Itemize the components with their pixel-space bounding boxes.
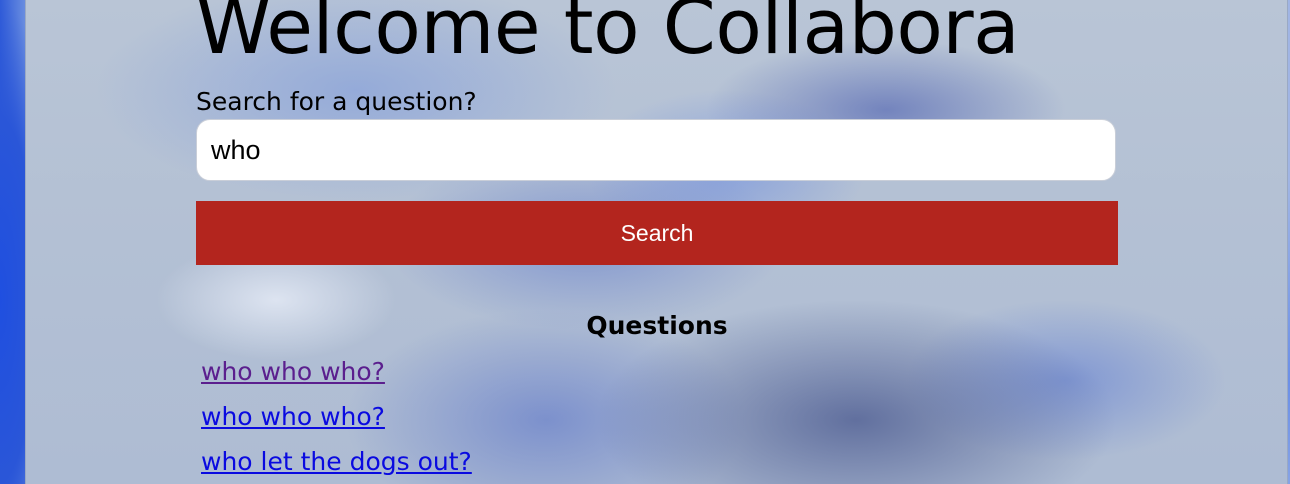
list-item: who who who? <box>201 397 472 442</box>
question-link[interactable]: who let the dogs out? <box>201 447 472 476</box>
questions-heading: Questions <box>586 311 728 340</box>
list-item: who who who? <box>201 352 472 397</box>
search-input[interactable] <box>196 119 1116 181</box>
question-list: who who who? who who who? who let the do… <box>201 352 472 484</box>
question-link[interactable]: who who who? <box>201 402 385 431</box>
page-title: Welcome to Collabora <box>196 0 1020 71</box>
browser-window: Welcome to Collabora Search for a questi… <box>25 0 1288 484</box>
question-link[interactable]: who who who? <box>201 357 385 386</box>
list-item: who let the dogs out? <box>201 442 472 484</box>
search-label: Search for a question? <box>196 87 477 116</box>
search-button[interactable]: Search <box>196 201 1118 265</box>
